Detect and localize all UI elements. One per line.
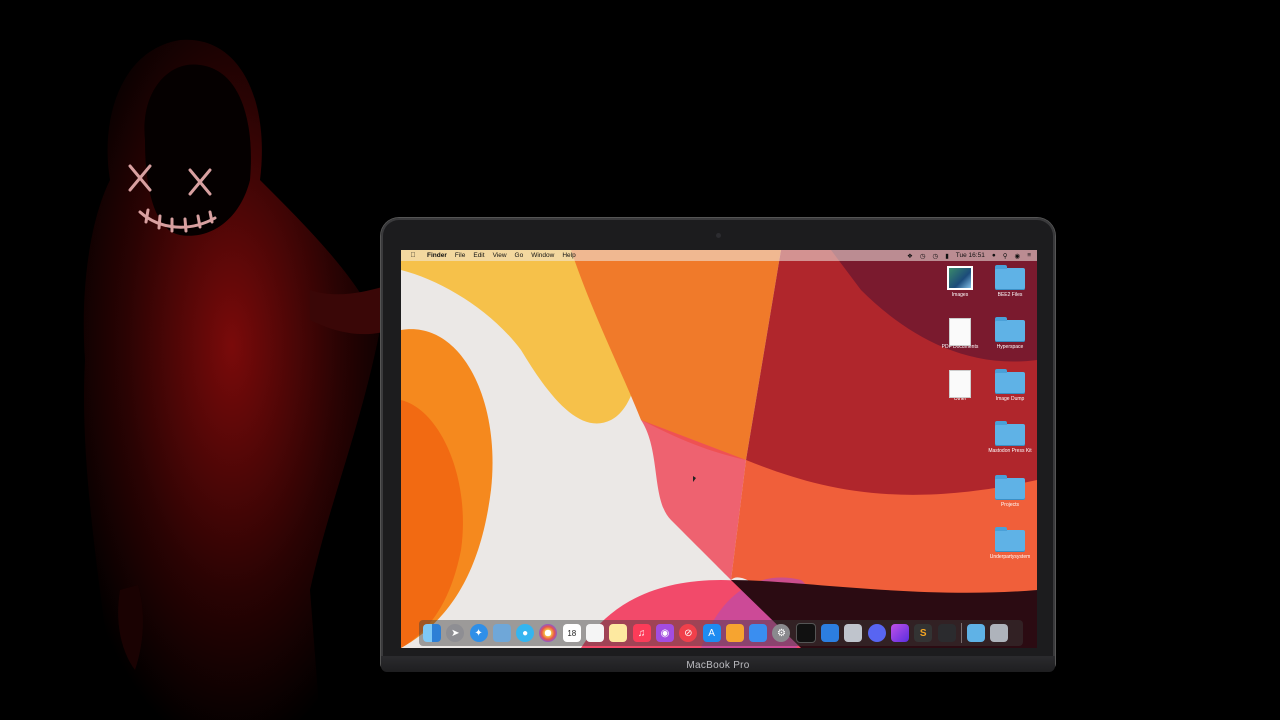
sublime-text-icon[interactable]: S — [914, 624, 933, 642]
status-dot-icon[interactable]: ● — [992, 252, 996, 259]
desktop-icon-label: Image Dump — [995, 396, 1025, 402]
document-icon — [945, 318, 975, 346]
menu-view[interactable]: View — [493, 252, 507, 259]
downloads-folder-icon[interactable] — [966, 624, 985, 642]
launchpad-icon[interactable]: ➤ — [446, 624, 465, 642]
calendar-icon[interactable]: 18 — [562, 624, 581, 642]
menu-window[interactable]: Window — [531, 252, 554, 259]
desktop-icon-images[interactable]: Images — [937, 266, 983, 298]
menu-bar:  Finder File Edit View Go Window Help ❖… — [401, 250, 1037, 261]
safari-icon[interactable]: ✦ — [469, 624, 488, 642]
desktop-icon-label: BEE2 Files — [997, 292, 1023, 298]
desktop-icon-hyperspace[interactable]: Hyperspace — [987, 317, 1033, 350]
desktop-icon-label: Projects — [1000, 502, 1020, 508]
desktop-icon-other[interactable]: Other — [937, 370, 983, 402]
screen:  Finder File Edit View Go Window Help ❖… — [401, 250, 1037, 648]
folder-icon — [995, 421, 1025, 446]
app-store-icon[interactable]: A — [702, 624, 721, 642]
discord-icon[interactable] — [867, 624, 886, 642]
hooded-figure-illustration — [83, 39, 390, 720]
wallpaper — [401, 250, 1037, 648]
desktop-icon-projects[interactable]: Projects — [987, 475, 1033, 508]
apple-icon[interactable]:  — [409, 252, 417, 259]
photo-icon — [945, 266, 975, 290]
camera-icon — [716, 233, 721, 238]
xcode-icon[interactable] — [821, 624, 840, 642]
status-area: ❖ ◷ ◷ ▮ Tue 16:51 ● ⚲ ◉ ≡ — [900, 250, 1031, 261]
terminal-icon[interactable] — [795, 623, 816, 643]
reminders-icon[interactable] — [586, 624, 605, 642]
menu-go[interactable]: Go — [515, 252, 524, 259]
time-machine-icon[interactable]: ◷ — [920, 252, 926, 260]
menu-edit[interactable]: Edit — [473, 252, 484, 259]
finder-icon[interactable] — [423, 624, 441, 642]
dock: ➤ ✦ ● 18 ♫ ◉ ⊘ A ⚙ S — [419, 620, 1023, 646]
istat-menus-icon[interactable] — [937, 624, 956, 642]
preview-icon[interactable] — [492, 624, 511, 642]
photos-icon[interactable] — [539, 624, 558, 642]
desktop-icon-mastodon-press-kit[interactable]: Mastodon Press Kit — [987, 421, 1033, 454]
siri-icon[interactable]: ◉ — [1015, 252, 1021, 260]
menu-help[interactable]: Help — [562, 252, 575, 259]
music-icon[interactable]: ♫ — [632, 624, 651, 642]
bluetooth-icon[interactable]: ❖ — [907, 252, 913, 260]
macbook-label: MacBook Pro — [686, 660, 750, 671]
wifi-icon[interactable]: ◷ — [933, 252, 939, 260]
mouse-pointer-icon — [693, 476, 696, 482]
spotlight-icon[interactable]: ⚲ — [1003, 252, 1008, 260]
desktop-icon-pdf-documents[interactable]: PDF Documents — [937, 318, 983, 350]
affinity-photo-icon[interactable] — [890, 624, 909, 642]
folder-icon — [995, 369, 1025, 394]
desktop-icon-underpartysystem[interactable]: Underpartysystem — [987, 527, 1033, 560]
desktop-icon-label: Underpartysystem — [989, 554, 1031, 560]
desktop-icon-label: Hyperspace — [996, 344, 1024, 350]
control-list-icon[interactable]: ≡ — [1027, 252, 1031, 259]
podcasts-icon[interactable]: ◉ — [655, 624, 674, 642]
folder-icon — [995, 317, 1025, 342]
keynote-icon[interactable] — [749, 624, 768, 642]
folder-icon — [995, 265, 1025, 290]
folder-icon — [995, 527, 1025, 552]
system-preferences-icon[interactable]: ⚙ — [772, 624, 791, 642]
desktop-icon-image-dump[interactable]: Image Dump — [987, 369, 1033, 402]
pages-icon[interactable] — [725, 624, 744, 642]
notes-icon[interactable] — [609, 624, 628, 642]
desktop-icon-label: Images — [951, 292, 969, 298]
menu-app-name[interactable]: Finder — [427, 252, 447, 259]
news-icon[interactable]: ⊘ — [679, 624, 698, 642]
desktop-icon-label: Mastodon Press Kit — [988, 448, 1032, 454]
menu-file[interactable]: File — [455, 252, 465, 259]
folder-icon — [995, 475, 1025, 500]
battery-icon[interactable]: ▮ — [945, 252, 949, 260]
document-icon — [945, 370, 975, 398]
calendar-day: 18 — [567, 628, 577, 638]
messages-icon[interactable]: ● — [516, 624, 535, 642]
image-capture-icon[interactable] — [844, 624, 863, 642]
menubar-clock[interactable]: Tue 16:51 — [956, 252, 985, 259]
desktop-icon-bee2-files[interactable]: BEE2 Files — [987, 265, 1033, 298]
trash-icon[interactable] — [990, 624, 1009, 642]
dock-separator — [960, 623, 962, 643]
